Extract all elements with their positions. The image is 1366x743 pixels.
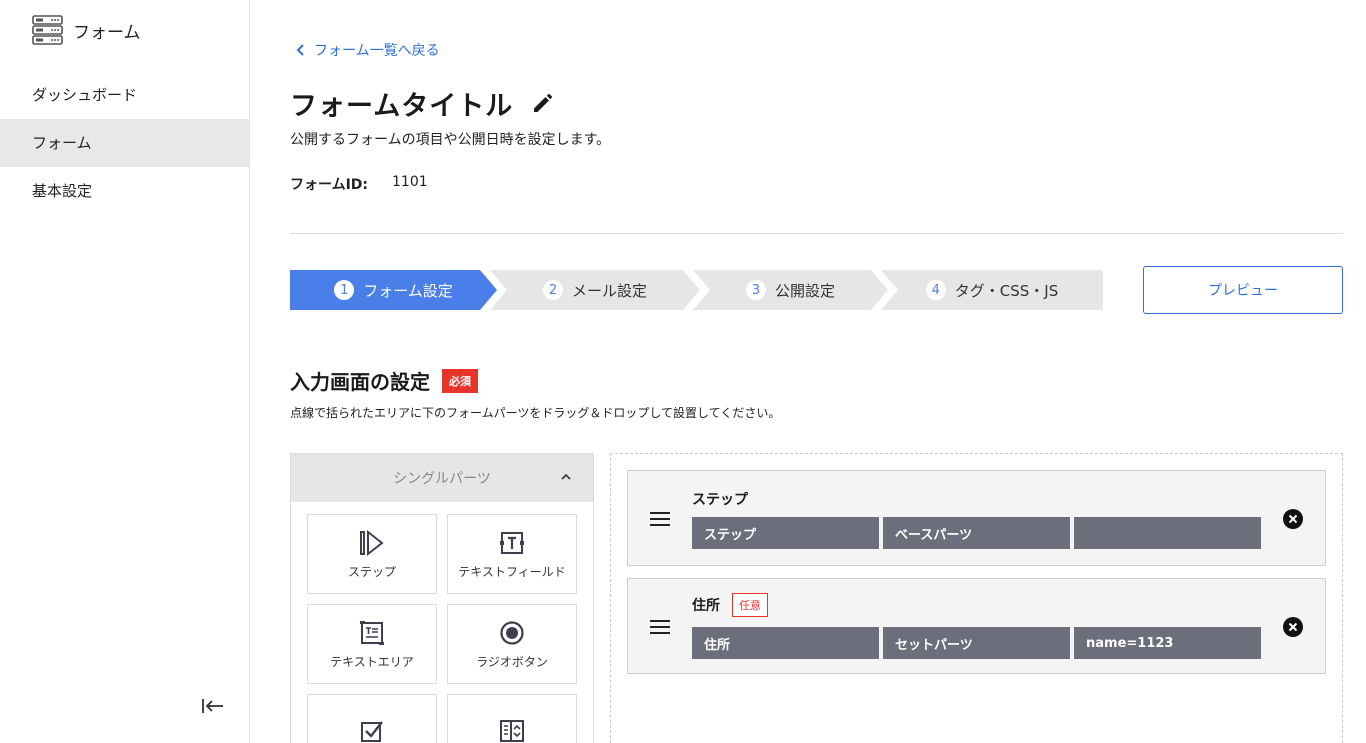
field-category-chip: ベースパーツ <box>883 517 1070 549</box>
drag-handle-icon[interactable] <box>650 511 670 527</box>
sidebar-item-dashboard[interactable]: ダッシュボード <box>0 71 249 119</box>
required-badge: 必須 <box>442 368 478 393</box>
field-title-row: ステップ <box>692 489 748 509</box>
field-type-chip: 住所 <box>692 627 879 659</box>
chevron-up-icon <box>561 473 571 480</box>
chevron-left-icon <box>296 44 304 56</box>
field-category-chip: セットパーツ <box>883 627 1070 659</box>
parts-panel-title: シングルパーツ <box>393 471 491 487</box>
page-description: 公開するフォームの項目や公開日時を設定します。 <box>290 132 611 148</box>
part-radio-button[interactable]: ラジオボタン <box>447 604 577 684</box>
form-id-label: フォームID: <box>290 177 369 193</box>
brand-label: フォーム <box>73 22 141 43</box>
drag-handle-icon[interactable] <box>650 619 670 635</box>
text-area-icon <box>360 620 384 645</box>
step-number: 3 <box>745 280 766 300</box>
field-title-row: 住所 任意 <box>692 593 768 617</box>
sidebar-nav: ダッシュボード フォーム 基本設定 <box>0 71 249 215</box>
part-label: テキストフィールド <box>458 564 566 579</box>
step-mail-settings[interactable]: 2 メール設定 <box>490 270 700 310</box>
sidebar-item-basic-settings[interactable]: 基本設定 <box>0 167 249 215</box>
brand[interactable]: フォーム <box>32 14 141 46</box>
parts-panel: シングルパーツ ステップ テキストフィールド テキストエリア ラジオボタン <box>290 453 594 743</box>
sidebar-item-forms[interactable]: フォーム <box>0 119 249 167</box>
text-field-icon <box>500 531 524 554</box>
back-to-form-list-link[interactable]: フォーム一覧へ戻る <box>294 40 440 60</box>
server-icon <box>32 15 63 45</box>
field-card-step[interactable]: ステップ ステップ ベースパーツ <box>627 470 1326 566</box>
optional-badge: 任意 <box>732 593 768 617</box>
part-label: ラジオボタン <box>476 654 548 669</box>
step-label: フォーム設定 <box>363 281 453 300</box>
step-label: メール設定 <box>571 281 647 300</box>
step-label: 公開設定 <box>774 281 835 300</box>
stepper: 1 フォーム設定 2 メール設定 3 公開設定 4 タグ・CSS・JS <box>290 270 1103 310</box>
sidebar: フォーム ダッシュボード フォーム 基本設定 <box>0 0 250 743</box>
field-card-address[interactable]: 住所 任意 住所 セットパーツ name=1123 <box>627 578 1326 674</box>
step-label: タグ・CSS・JS <box>954 281 1059 300</box>
section-description: 点線で括られたエリアに下のフォームパーツをドラッグ＆ドロップして設置してください… <box>290 406 781 420</box>
part-checkbox[interactable] <box>307 694 437 743</box>
collapse-sidebar-icon[interactable] <box>200 695 226 717</box>
checkbox-icon <box>361 721 383 742</box>
field-title: ステップ <box>692 492 748 508</box>
part-label: ステップ <box>347 564 396 579</box>
part-step[interactable]: ステップ <box>307 514 437 594</box>
preview-button[interactable]: プレビュー <box>1143 266 1343 314</box>
radio-button-icon <box>500 620 524 645</box>
step-publish-settings[interactable]: 3 公開設定 <box>693 270 888 310</box>
field-chips: 住所 セットパーツ name=1123 <box>692 627 1261 659</box>
part-text-area[interactable]: テキストエリア <box>307 604 437 684</box>
page-title-row: フォームタイトル <box>290 84 553 123</box>
pencil-icon[interactable] <box>531 93 553 115</box>
section-title-row: 入力画面の設定 必須 <box>290 366 478 395</box>
divider <box>290 233 1343 234</box>
step-number: 4 <box>925 280 946 300</box>
field-chips: ステップ ベースパーツ <box>692 517 1261 549</box>
field-type-chip: ステップ <box>692 517 879 549</box>
step-icon <box>360 529 384 556</box>
step-form-settings[interactable]: 1 フォーム設定 <box>290 270 497 310</box>
field-name-chip: name=1123 <box>1074 627 1261 659</box>
step-number: 2 <box>542 280 563 300</box>
part-select-box[interactable] <box>447 694 577 743</box>
field-name-chip <box>1074 517 1261 549</box>
field-title: 住所 <box>692 598 720 614</box>
step-number: 1 <box>334 280 355 300</box>
form-drop-zone[interactable]: ステップ ステップ ベースパーツ 住所 任意 住所 セットパーツ name=11… <box>610 453 1343 743</box>
part-text-field[interactable]: テキストフィールド <box>447 514 577 594</box>
step-tag-css-js[interactable]: 4 タグ・CSS・JS <box>881 270 1103 310</box>
page-title: フォームタイトル <box>290 91 514 122</box>
parts-panel-header[interactable]: シングルパーツ <box>291 454 593 502</box>
close-circle-icon[interactable] <box>1283 617 1303 637</box>
section-title: 入力画面の設定 <box>290 370 430 394</box>
back-link-label: フォーム一覧へ戻る <box>314 43 440 59</box>
form-id-row: フォームID: 1101 <box>290 174 428 194</box>
main-content: フォーム一覧へ戻る フォームタイトル 公開するフォームの項目や公開日時を設定しま… <box>250 0 1366 743</box>
select-box-icon <box>500 720 524 742</box>
close-circle-icon[interactable] <box>1283 509 1303 529</box>
part-label: テキストエリア <box>330 654 414 669</box>
form-id-value: 1101 <box>392 174 428 190</box>
